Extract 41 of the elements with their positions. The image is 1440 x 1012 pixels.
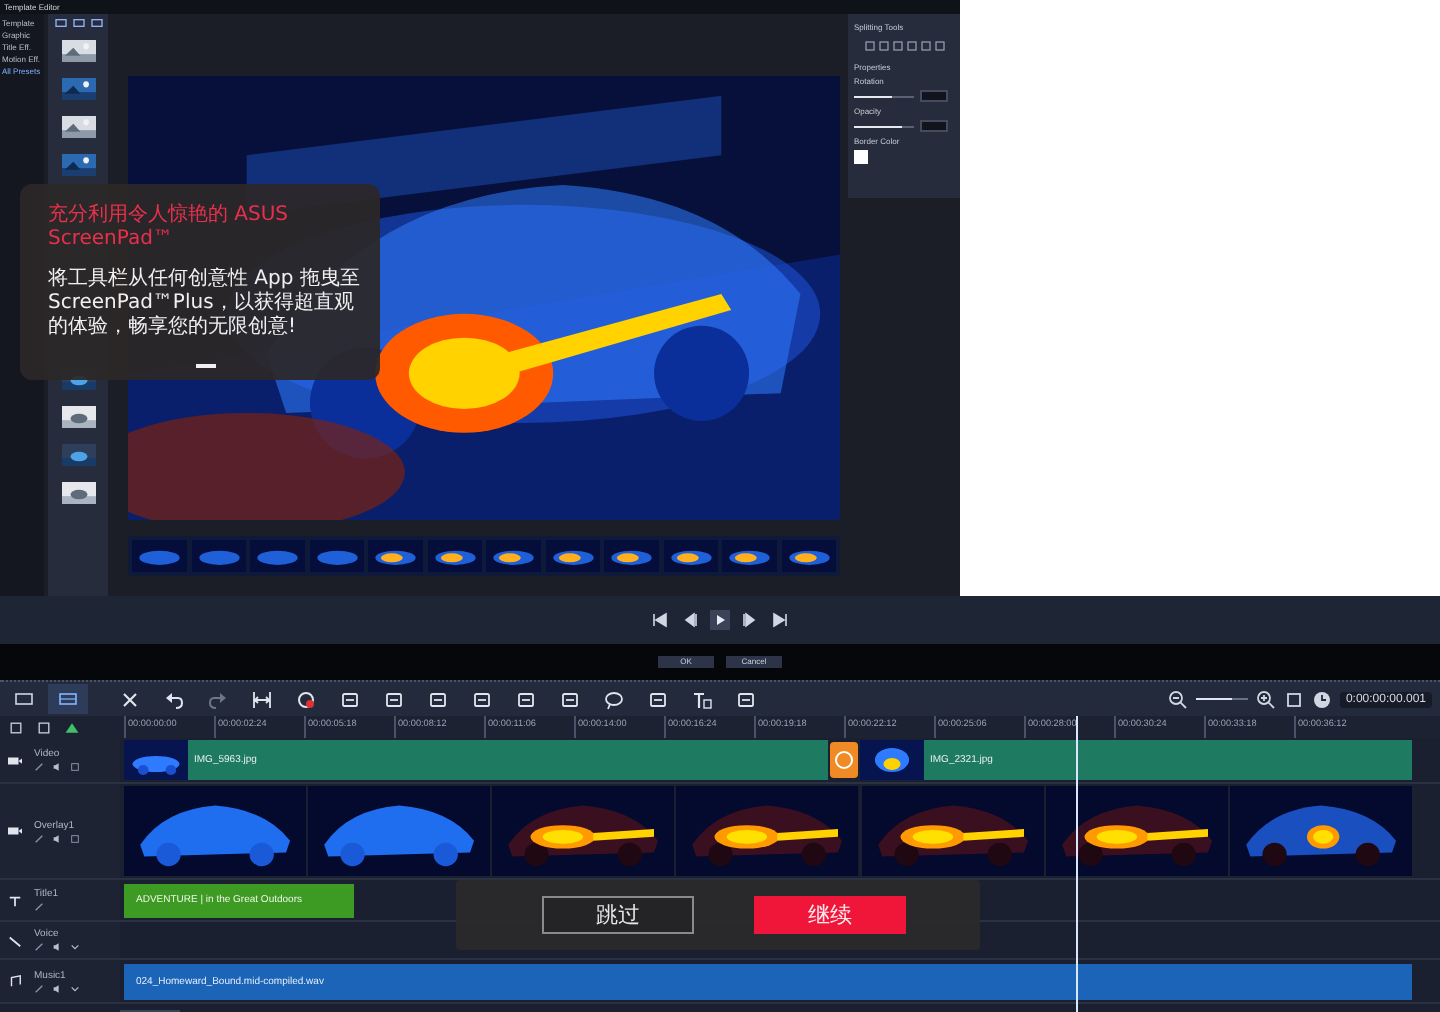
grid-icon[interactable]	[70, 762, 80, 772]
zoom-in-icon[interactable]	[1255, 689, 1276, 709]
timeline-view-button[interactable]	[48, 684, 88, 714]
redo-icon[interactable]	[208, 689, 228, 709]
grid-icon[interactable]	[70, 833, 80, 843]
camera-icon	[6, 753, 24, 767]
step-forward-icon[interactable]	[740, 610, 760, 630]
color-swatch[interactable]	[854, 150, 868, 164]
skip-button[interactable]: 跳过	[542, 896, 694, 934]
skip-start-icon[interactable]	[650, 610, 670, 630]
pencil-icon[interactable]	[34, 942, 44, 952]
pencil-icon[interactable]	[34, 983, 44, 993]
continue-button[interactable]: 继续	[754, 896, 906, 934]
pencil-icon[interactable]	[34, 762, 44, 772]
lasso-icon[interactable]	[604, 689, 624, 709]
record-icon[interactable]	[296, 689, 316, 709]
zoom-out-icon[interactable]	[1167, 689, 1188, 709]
speaker-icon[interactable]	[52, 833, 62, 843]
chevron-icon[interactable]	[70, 983, 80, 993]
chevron-icon[interactable]	[70, 942, 80, 952]
transition-icon[interactable]	[830, 742, 858, 778]
camera-icon	[6, 824, 24, 838]
triangle-icon[interactable]	[64, 719, 80, 735]
tooltip-text: 将工具栏从任何创意性 App 拖曳至 ScreenPad™Plus，以获得超直观的体验，畅享您的无限创意!	[48, 268, 362, 340]
step-back-icon[interactable]	[680, 610, 700, 630]
text-icon	[6, 893, 24, 907]
fit-icon[interactable]	[252, 689, 272, 709]
pencil-icon[interactable]	[34, 902, 44, 912]
pencil-icon[interactable]	[34, 833, 44, 843]
play-icon[interactable]	[710, 610, 730, 630]
speaker-icon[interactable]	[52, 762, 62, 772]
text-icon[interactable]	[692, 689, 712, 709]
speaker-icon[interactable]	[52, 983, 62, 993]
clock-icon[interactable]	[1311, 689, 1332, 709]
fit-window-icon[interactable]	[1283, 689, 1304, 709]
speaker-icon[interactable]	[52, 942, 62, 952]
skip-end-icon[interactable]	[770, 610, 790, 630]
tooltip-title: 充分利用令人惊艳的 ASUS ScreenPad™	[48, 204, 291, 252]
value-field[interactable]	[920, 120, 948, 132]
undo-icon[interactable]	[164, 689, 184, 709]
value-field[interactable]	[920, 90, 948, 102]
